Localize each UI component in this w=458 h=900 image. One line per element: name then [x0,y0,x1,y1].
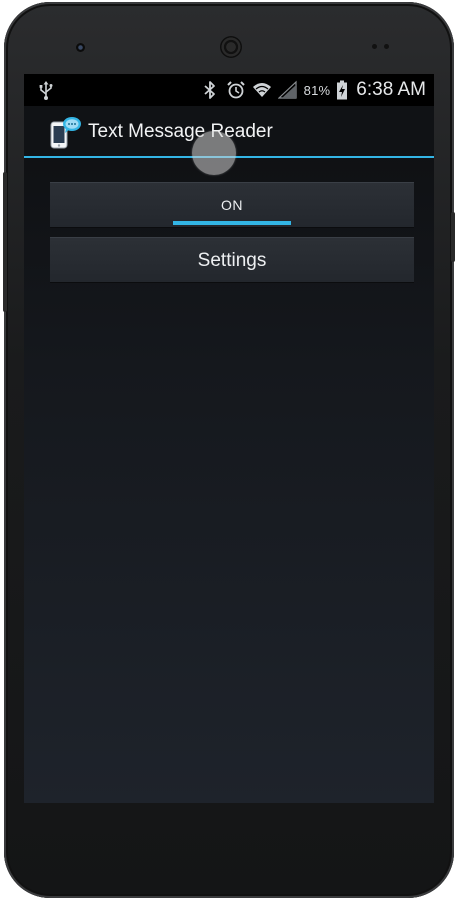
status-icons: 81% 6:38 AM [200,74,426,106]
status-clock: 6:38 AM [356,79,426,100]
front-camera-icon [76,43,85,52]
speaker-grille-icon [220,36,242,58]
screen: 81% 6:38 AM Text Message Reader ON Setti… [24,74,434,803]
volume-rocker [3,172,7,312]
proximity-sensors [370,44,400,50]
text-message-reader-app-icon[interactable] [48,114,82,150]
usb-icon [39,81,53,100]
battery-charging-icon [337,80,348,100]
bluetooth-icon [204,81,215,99]
app-title: Text Message Reader [88,121,273,142]
alarm-icon [226,81,245,99]
touch-indicator [192,131,236,175]
toggle-on-button[interactable]: ON [50,182,414,227]
power-button [451,212,455,262]
battery-percent: 81% [303,82,331,98]
phone-frame: 81% 6:38 AM Text Message Reader ON Setti… [3,2,455,898]
status-bar: 81% 6:38 AM [24,74,434,106]
toggle-on-label: ON [221,197,243,213]
toggle-on-indicator [173,221,291,225]
wifi-icon [252,83,271,97]
signal-icon [277,80,297,99]
settings-button[interactable]: Settings [50,237,414,282]
settings-label: Settings [197,250,267,271]
